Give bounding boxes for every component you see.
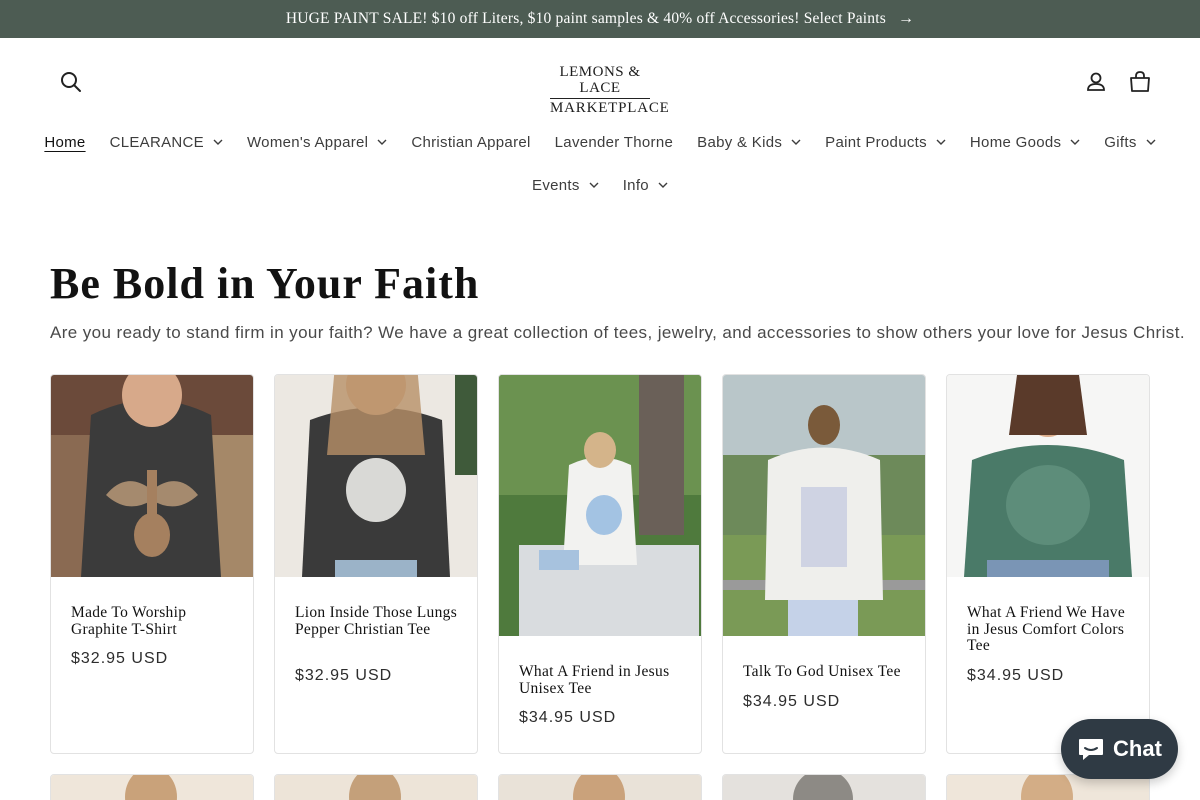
- site-header: LEMONS & LACE MARKETPLACE: [0, 38, 1200, 126]
- nav-item-label: CLEARANCE: [109, 133, 204, 151]
- product-name[interactable]: Lion Inside Those Lungs Pepper Christian…: [295, 604, 463, 638]
- product-name[interactable]: Talk To God Unisex Tee: [743, 663, 911, 681]
- chevron-down-icon[interactable]: [589, 182, 599, 188]
- chevron-down-icon[interactable]: [377, 139, 387, 145]
- product-name[interactable]: What A Friend We Have in Jesus Comfort C…: [967, 604, 1135, 655]
- chat-label: Chat: [1113, 736, 1162, 761]
- product-image[interactable]: [947, 375, 1149, 577]
- chevron-down-icon[interactable]: [213, 139, 223, 145]
- chat-button[interactable]: Chat: [1061, 719, 1178, 779]
- nav-item-label: Christian Apparel: [411, 133, 531, 151]
- nav-item-label: Women's Apparel: [246, 133, 369, 151]
- nav-item-events[interactable]: Events: [520, 177, 611, 194]
- nav-item-label: Home Goods: [969, 133, 1062, 151]
- announcement-bar[interactable]: HUGE PAINT SALE! $10 off Liters, $10 pai…: [0, 0, 1200, 38]
- nav-item-clearance[interactable]: CLEARANCE: [98, 134, 235, 151]
- product-card[interactable]: Talk To God Unisex Tee $34.95 USD: [722, 374, 926, 754]
- chevron-down-icon[interactable]: [1070, 139, 1080, 145]
- nav-item-label: Gifts: [1104, 133, 1137, 151]
- nav-item-label: Events: [532, 176, 580, 194]
- product-price: $34.95 USD: [743, 692, 841, 710]
- nav-item-home[interactable]: Home: [32, 134, 97, 151]
- nav-item-christian-apparel[interactable]: Christian Apparel: [399, 134, 542, 151]
- nav-item-baby-kids[interactable]: Baby & Kids: [685, 134, 813, 151]
- nav-item-label: Info: [622, 176, 649, 194]
- nav-item-lavender-thorne[interactable]: Lavender Thorne: [543, 134, 685, 151]
- cart-icon[interactable]: [1127, 69, 1153, 95]
- product-name[interactable]: What A Friend in Jesus Unisex Tee: [519, 663, 687, 697]
- chevron-down-icon[interactable]: [658, 182, 668, 188]
- product-card[interactable]: Lion Inside Those Lungs Pepper Christian…: [274, 374, 478, 754]
- nav-item-paint-products[interactable]: Paint Products: [813, 134, 958, 151]
- product-price: $32.95 USD: [295, 666, 393, 684]
- store-logo[interactable]: LEMONS & LACE MARKETPLACE: [540, 64, 669, 116]
- product-card[interactable]: What A Friend We Have in Jesus Comfort C…: [946, 374, 1150, 754]
- chevron-down-icon[interactable]: [791, 139, 801, 145]
- main-nav-row-2: Events Info: [0, 169, 1200, 201]
- chevron-down-icon[interactable]: [1146, 139, 1156, 145]
- nav-item-gifts[interactable]: Gifts: [1092, 134, 1167, 151]
- search-icon[interactable]: [58, 69, 84, 95]
- logo-line-2: MARKETPLACE: [550, 98, 670, 116]
- account-icon[interactable]: [1083, 69, 1109, 95]
- product-price: $34.95 USD: [519, 709, 617, 726]
- product-price: $34.95 USD: [967, 666, 1065, 684]
- product-card-partial[interactable]: [274, 774, 478, 800]
- product-card[interactable]: What A Friend in Jesus Unisex Tee $34.95 …: [498, 374, 702, 754]
- product-image[interactable]: [723, 375, 925, 636]
- logo-line-1: LEMONS & LACE: [559, 64, 641, 96]
- product-image[interactable]: [275, 375, 477, 577]
- product-name[interactable]: Made To Worship Graphite T-Shirt: [71, 604, 239, 638]
- product-price: $32.95 USD: [71, 650, 169, 667]
- product-image[interactable]: [51, 375, 253, 577]
- product-card-partial[interactable]: [498, 774, 702, 800]
- product-card-partial[interactable]: [722, 774, 926, 800]
- product-image[interactable]: [499, 375, 701, 636]
- collection-description: Are you ready to stand firm in your fait…: [50, 323, 1185, 342]
- collection-title: Be Bold in Your Faith: [50, 259, 480, 308]
- nav-item-label: Paint Products: [825, 133, 927, 151]
- nav-item-home-goods[interactable]: Home Goods: [958, 134, 1092, 151]
- nav-item-label: Home: [44, 133, 86, 151]
- arrow-right-icon[interactable]: →: [898, 10, 914, 28]
- nav-item-label: Lavender Thorne: [554, 133, 674, 151]
- announcement-text[interactable]: HUGE PAINT SALE! $10 off Liters, $10 pai…: [286, 10, 886, 28]
- nav-item-info[interactable]: Info: [611, 177, 680, 194]
- product-card-partial[interactable]: [50, 774, 254, 800]
- nav-item-women-s-apparel[interactable]: Women's Apparel: [235, 134, 399, 151]
- chevron-down-icon[interactable]: [936, 139, 946, 145]
- product-card[interactable]: Made To Worship Graphite T-Shirt $32.95 U…: [50, 374, 254, 754]
- nav-item-label: Baby & Kids: [697, 133, 783, 151]
- main-nav-row-1: Home CLEARANCE Women's Apparel Christian Ap…: [0, 126, 1200, 158]
- chat-bubble-icon: [1079, 739, 1104, 760]
